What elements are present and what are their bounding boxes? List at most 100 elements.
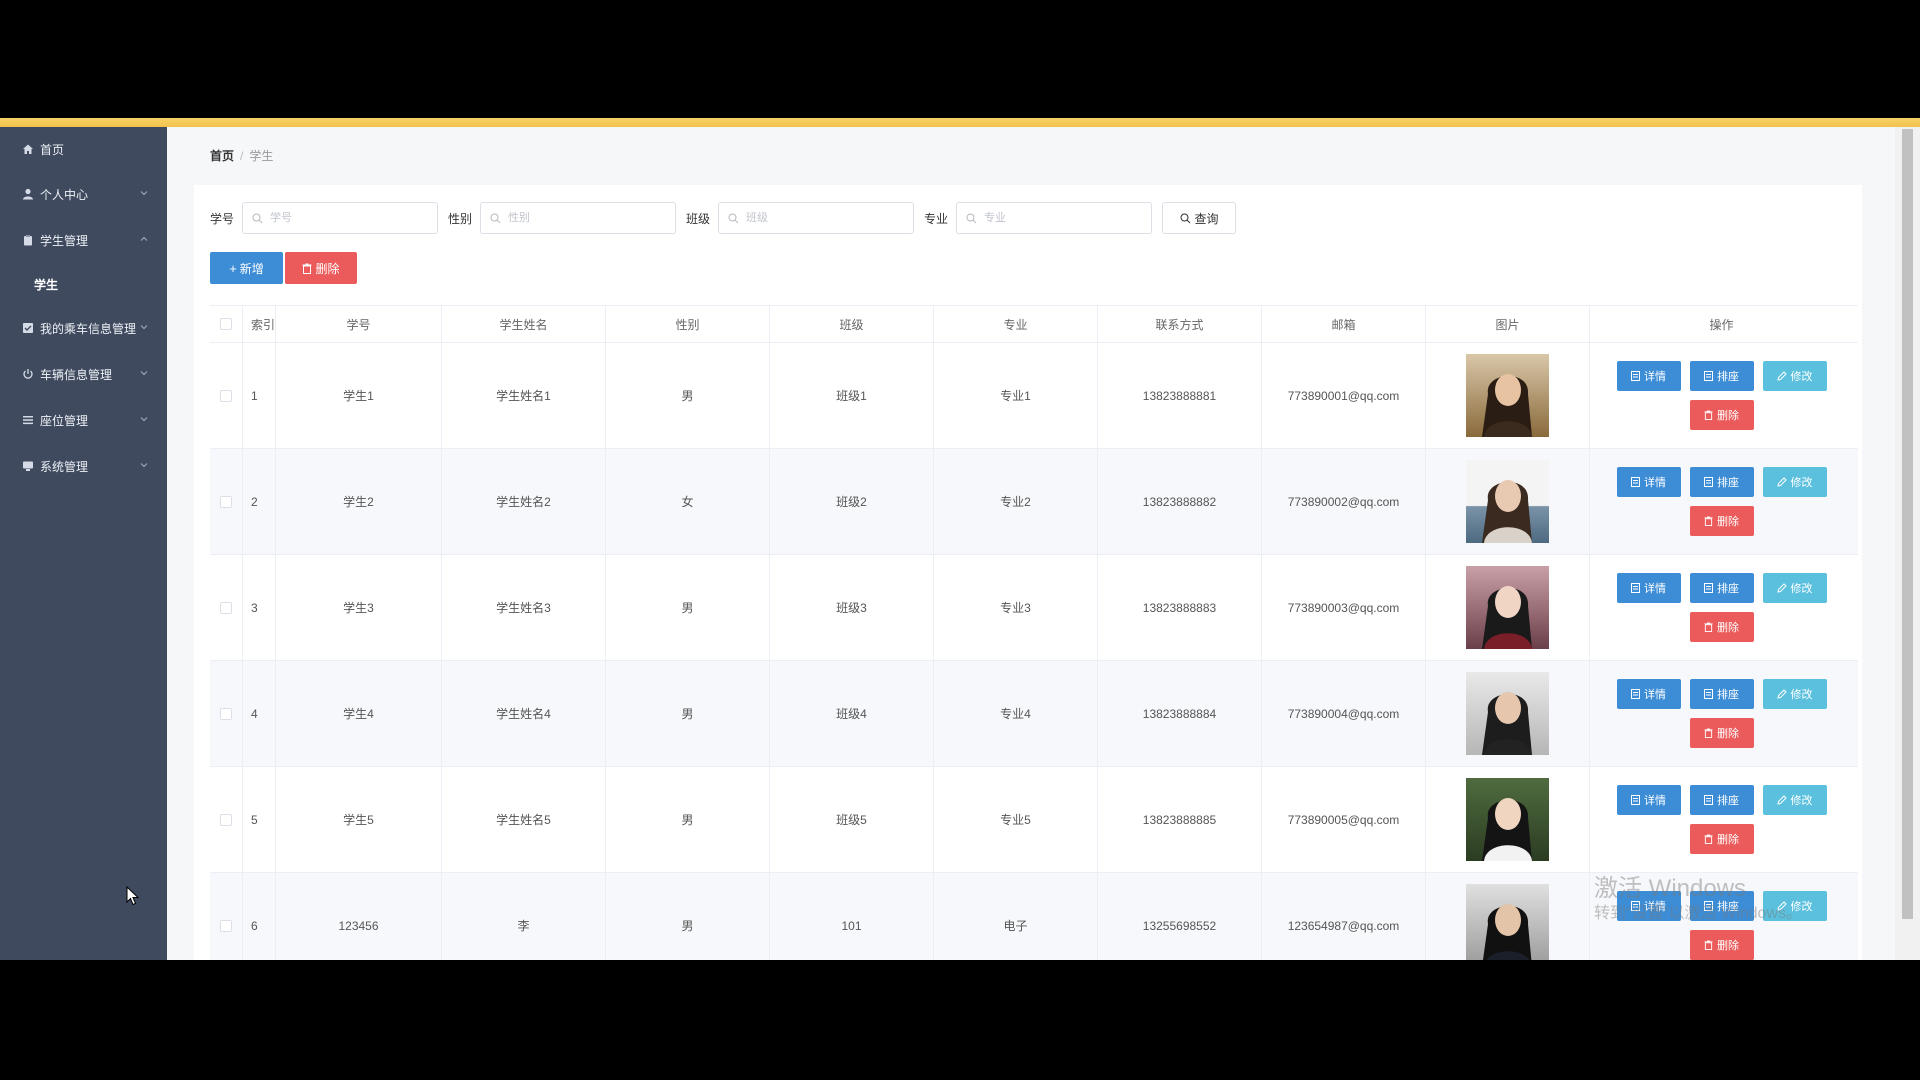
cell-email: 773890001@qq.com (1262, 343, 1426, 448)
search-icon (728, 213, 739, 223)
row-checkbox[interactable] (220, 813, 232, 826)
select-all-checkbox[interactable] (220, 318, 232, 330)
batch-delete-button[interactable]: 删除 (285, 252, 357, 284)
document-icon (1704, 583, 1713, 593)
edit-button-label: 修改 (1790, 477, 1813, 489)
cell-major: 专业3 (934, 555, 1098, 660)
seat-button-label: 排座 (1717, 795, 1739, 807)
action-toolbar: + 新增 删除 (210, 252, 357, 284)
sidebar-item-vehicle-info[interactable]: 车辆信息管理 (0, 351, 167, 397)
home-icon (20, 141, 36, 157)
search-icon (252, 213, 263, 223)
seat-button[interactable]: 排座 (1689, 361, 1754, 391)
add-button[interactable]: + 新增 (210, 252, 283, 284)
header-accent-bar (0, 118, 1920, 127)
breadcrumb-home[interactable]: 首页 (210, 149, 234, 163)
document-icon (1704, 477, 1713, 487)
document-icon (1704, 901, 1713, 911)
detail-button[interactable]: 详情 (1616, 467, 1681, 497)
search-icon (1180, 213, 1190, 223)
cell-phone: 13823888883 (1098, 555, 1262, 660)
table-row: 6 123456 李男 101 电子 13255698552 123654987@qq.co… (210, 873, 1858, 960)
seat-button[interactable]: 排座 (1689, 573, 1754, 603)
cell-major: 专业2 (934, 449, 1098, 554)
sidebar-item-home[interactable]: 首页 (0, 127, 167, 171)
search-input-major[interactable] (982, 211, 1147, 225)
search-input-student-id[interactable] (268, 211, 433, 225)
student-photo[interactable] (1466, 778, 1549, 861)
detail-button-label: 详情 (1644, 901, 1666, 913)
delete-button[interactable]: 删除 (1689, 718, 1754, 748)
cell-email: 773890004@qq.com (1262, 661, 1426, 766)
edit-button[interactable]: 修改 (1762, 361, 1827, 391)
delete-button[interactable]: 删除 (1689, 930, 1754, 960)
sidebar-item-my-ride-info[interactable]: 我的乘车信息管理 (0, 305, 167, 351)
delete-button[interactable]: 删除 (1689, 506, 1754, 536)
edit-button[interactable]: 修改 (1762, 467, 1827, 497)
cell-email: 123654987@qq.com (1262, 873, 1426, 960)
student-photo[interactable] (1466, 672, 1549, 755)
detail-button[interactable]: 详情 (1616, 361, 1681, 391)
seat-button[interactable]: 排座 (1689, 467, 1754, 497)
document-icon (1631, 795, 1640, 805)
sidebar-item-system-management[interactable]: 系统管理 (0, 443, 167, 489)
cell-phone: 13823888882 (1098, 449, 1262, 554)
student-photo[interactable] (1466, 354, 1549, 437)
document-icon (1631, 583, 1640, 593)
row-checkbox[interactable] (220, 919, 232, 932)
delete-button[interactable]: 删除 (1689, 824, 1754, 854)
detail-button[interactable]: 详情 (1616, 785, 1681, 815)
student-photo[interactable] (1466, 884, 1549, 960)
student-photo[interactable] (1466, 566, 1549, 649)
chevron-down-icon (140, 417, 148, 422)
row-checkbox[interactable] (220, 495, 232, 508)
seat-button[interactable]: 排座 (1689, 679, 1754, 709)
table-row: 2 学生2 学生姓名2 女班级2 专业2 13823888882 773890002@qq.… (210, 449, 1858, 555)
edit-button[interactable]: 修改 (1762, 679, 1827, 709)
sidebar-item-student-management[interactable]: 学生管理 (0, 217, 167, 263)
edit-button[interactable]: 修改 (1762, 891, 1827, 921)
delete-button-label: 删除 (1717, 622, 1739, 634)
mouse-cursor-icon (126, 886, 140, 906)
pencil-icon (1776, 689, 1787, 699)
sidebar-item-seat-management[interactable]: 座位管理 (0, 397, 167, 443)
delete-button[interactable]: 删除 (1689, 612, 1754, 642)
row-checkbox[interactable] (220, 601, 232, 614)
student-photo[interactable] (1466, 460, 1549, 543)
column-header-student-id: 学号 (276, 306, 442, 342)
detail-button[interactable]: 详情 (1616, 573, 1681, 603)
delete-button[interactable]: 删除 (1689, 400, 1754, 430)
cell-gender: 男 (606, 767, 770, 872)
cell-actions: 详情 排座 修改 删除 (1590, 873, 1853, 960)
person-silhouette-icon (1482, 374, 1532, 437)
document-icon (1631, 689, 1640, 699)
trash-icon (1704, 834, 1713, 844)
document-icon (1704, 795, 1713, 805)
seat-button[interactable]: 排座 (1689, 891, 1754, 921)
query-button[interactable]: 查询 (1162, 202, 1237, 234)
detail-button[interactable]: 详情 (1616, 891, 1681, 921)
search-field-major-box (956, 202, 1153, 234)
cell-actions: 详情 排座 修改 删除 (1590, 661, 1853, 766)
scrollbar-thumb[interactable] (1902, 129, 1913, 919)
table-row: 4 学生4 学生姓名4 男班级4 专业4 13823888884 773890004@qq.… (210, 661, 1858, 767)
pencil-icon (1776, 583, 1787, 593)
cell-class: 101 (770, 873, 934, 960)
table-row: 5 学生5 学生姓名5 男班级5 专业5 13823888885 773890005@qq.… (210, 767, 1858, 873)
edit-button[interactable]: 修改 (1762, 785, 1827, 815)
page-scrollbar[interactable] (1895, 127, 1920, 960)
detail-button[interactable]: 详情 (1616, 679, 1681, 709)
row-checkbox[interactable] (220, 389, 232, 402)
cell-gender: 男 (606, 343, 770, 448)
edit-button[interactable]: 修改 (1762, 573, 1827, 603)
seat-button[interactable]: 排座 (1689, 785, 1754, 815)
search-input-gender[interactable] (506, 211, 671, 225)
sidebar-item-personal-center[interactable]: 个人中心 (0, 171, 167, 217)
sidebar-subitem-student[interactable]: 学生 (0, 263, 167, 305)
search-input-class[interactable] (744, 211, 909, 225)
seat-button-label: 排座 (1717, 689, 1739, 701)
cell-index: 1 (243, 343, 276, 448)
sidebar-item-label: 学生 (34, 277, 59, 292)
sidebar-item-label: 学生管理 (40, 233, 89, 248)
row-checkbox[interactable] (220, 707, 232, 720)
